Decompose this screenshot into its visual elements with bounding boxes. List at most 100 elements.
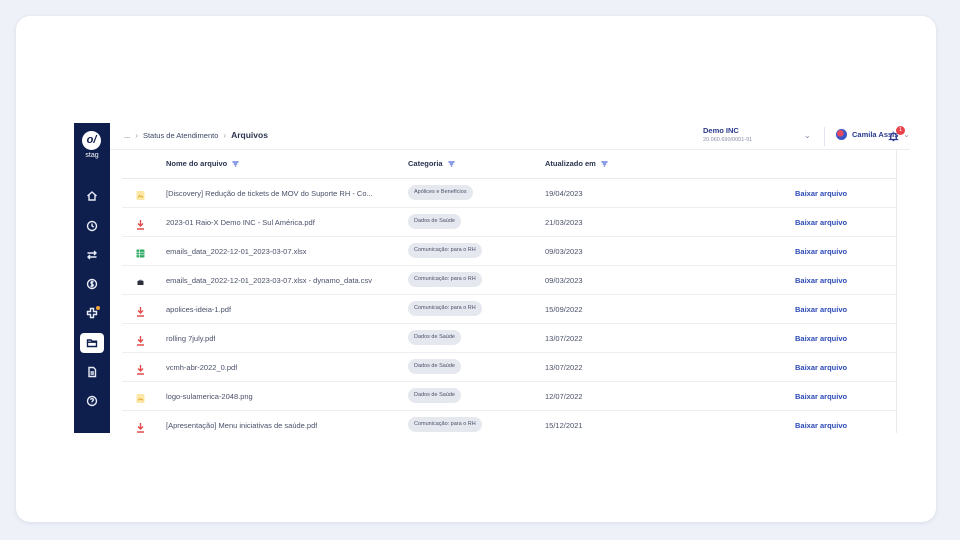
category-tag: Dados de Saúde — [408, 330, 461, 345]
updated-date: 15/12/2021 — [545, 421, 583, 430]
chevron-right-icon: › — [223, 130, 227, 140]
filter-icon[interactable] — [601, 160, 608, 167]
filter-icon[interactable] — [232, 160, 239, 167]
file-name[interactable]: logo-sulamerica-2048.png — [166, 392, 253, 401]
updated-date: 21/03/2023 — [545, 218, 583, 227]
category-tag: Comunicação: para o RH — [408, 272, 482, 287]
sidebar-item-documents[interactable] — [80, 362, 104, 382]
brand-name: stag — [85, 152, 99, 159]
app-window: o/ stag ... › Status de Atendimento › Ar… — [74, 123, 910, 433]
table-row[interactable]: rolling 7july.pdf Dados de Saúde 13/07/202… — [122, 324, 896, 353]
breadcrumb-ellipsis[interactable]: ... — [124, 131, 130, 140]
column-header-updated[interactable]: Atualizado em — [545, 159, 608, 168]
avatar — [836, 129, 847, 140]
sidebar-item-files[interactable] — [80, 333, 104, 353]
category-tag: Dados de Saúde — [408, 388, 461, 403]
top-bar: ... › Status de Atendimento › Arquivos D… — [110, 123, 910, 150]
sidebar: o/ stag — [74, 123, 110, 433]
column-header-label: Atualizado em — [545, 159, 596, 168]
chevron-down-icon[interactable]: ⌄ — [804, 131, 811, 140]
screenshot-frame: o/ stag ... › Status de Atendimento › Ar… — [16, 16, 936, 522]
table-row[interactable]: [Discovery] Redução de tickets de MOV do… — [122, 179, 896, 208]
page-title: Arquivos — [231, 130, 268, 140]
pdf-file-icon — [136, 333, 145, 346]
sidebar-item-status[interactable] — [80, 216, 104, 236]
image-file-icon — [136, 391, 145, 403]
download-file-link[interactable]: Baixar arquivo — [795, 421, 847, 430]
company-name: Demo INC — [703, 126, 739, 135]
column-header-label: Nome do arquivo — [166, 159, 228, 168]
table-row[interactable]: apolices-ideia-1.pdf Comunicação: para o … — [122, 295, 896, 324]
table-row[interactable]: emails_data_2022-12-01_2023-03-07.xlsx Co… — [122, 237, 896, 266]
document-icon — [88, 366, 97, 378]
category-tag: Comunicação: para o RH — [408, 243, 482, 258]
download-file-link[interactable]: Baixar arquivo — [795, 305, 847, 314]
filter-icon[interactable] — [448, 160, 455, 167]
scrollbar[interactable] — [896, 150, 897, 433]
updated-date: 13/07/2022 — [545, 363, 583, 372]
table-row[interactable]: [Apresentação] Menu iniciativas de saúde… — [122, 411, 896, 433]
file-name[interactable]: emails_data_2022-12-01_2023-03-07.xlsx -… — [166, 276, 372, 285]
category-tag: Comunicação: para o RH — [408, 417, 482, 432]
pdf-file-icon — [136, 217, 145, 230]
file-name[interactable]: emails_data_2022-12-01_2023-03-07.xlsx — [166, 247, 307, 256]
table-body: [Discovery] Redução de tickets de MOV do… — [122, 179, 896, 433]
file-name[interactable]: apolices-ideia-1.pdf — [166, 305, 231, 314]
updated-date: 19/04/2023 — [545, 189, 583, 198]
download-file-link[interactable]: Baixar arquivo — [795, 334, 847, 343]
brand-logo[interactable]: o/ — [82, 131, 101, 150]
divider — [824, 127, 825, 146]
file-name[interactable]: vcmh-abr-2022_0.pdf — [166, 363, 237, 372]
updated-date: 09/03/2023 — [545, 276, 583, 285]
pdf-file-icon — [136, 362, 145, 375]
category-tag: Dados de Saúde — [408, 359, 461, 374]
table-row[interactable]: emails_data_2022-12-01_2023-03-07.xlsx -… — [122, 266, 896, 295]
column-header-name[interactable]: Nome do arquivo — [166, 159, 239, 168]
clock-icon — [86, 220, 98, 232]
sidebar-item-transfers[interactable] — [80, 245, 104, 265]
updated-date: 15/09/2022 — [545, 305, 583, 314]
updated-date: 13/07/2022 — [545, 334, 583, 343]
company-cnpj: 20.060.690/0001-91 — [703, 137, 753, 143]
files-table: Nome do arquivo Categoria Atualizado em … — [122, 150, 896, 433]
updated-date: 09/03/2023 — [545, 247, 583, 256]
notification-dot — [96, 306, 100, 310]
download-file-link[interactable]: Baixar arquivo — [795, 276, 847, 285]
column-header-category[interactable]: Categoria — [408, 159, 455, 168]
breadcrumb-parent[interactable]: Status de Atendimento — [143, 131, 218, 140]
sidebar-item-health[interactable] — [80, 303, 104, 323]
updated-date: 12/07/2022 — [545, 392, 583, 401]
breadcrumb: ... › Status de Atendimento › Arquivos — [124, 130, 268, 140]
table-header: Nome do arquivo Categoria Atualizado em — [122, 150, 896, 179]
xlsx-file-icon — [136, 246, 145, 258]
download-file-link[interactable]: Baixar arquivo — [795, 218, 847, 227]
download-file-link[interactable]: Baixar arquivo — [795, 392, 847, 401]
help-icon — [86, 395, 98, 407]
table-row[interactable]: logo-sulamerica-2048.png Dados de Saúde 12… — [122, 382, 896, 411]
csv-file-icon — [136, 275, 145, 286]
pdf-file-icon — [136, 304, 145, 317]
pdf-file-icon — [136, 420, 145, 433]
sidebar-item-finance[interactable] — [80, 274, 104, 294]
table-row[interactable]: 2023-01 Raio-X Demo INC - Sul América.pd… — [122, 208, 896, 237]
sidebar-item-help[interactable] — [80, 391, 104, 411]
dollar-icon — [86, 278, 98, 290]
sidebar-item-home[interactable] — [80, 186, 104, 206]
download-file-link[interactable]: Baixar arquivo — [795, 363, 847, 372]
category-tag: Apólices e Benefícios — [408, 185, 473, 200]
file-name[interactable]: rolling 7july.pdf — [166, 334, 215, 343]
file-name[interactable]: 2023-01 Raio-X Demo INC - Sul América.pd… — [166, 218, 315, 227]
chevron-right-icon: › — [135, 130, 138, 140]
notifications-button[interactable]: 1 — [888, 126, 905, 143]
transfer-icon — [87, 250, 97, 260]
home-icon — [87, 191, 97, 201]
company-selector[interactable]: Demo INC 20.060.690/0001-91 — [703, 126, 752, 143]
category-tag: Dados de Saúde — [408, 214, 461, 229]
column-header-label: Categoria — [408, 159, 443, 168]
download-file-link[interactable]: Baixar arquivo — [795, 189, 847, 198]
download-file-link[interactable]: Baixar arquivo — [795, 247, 847, 256]
file-name[interactable]: [Discovery] Redução de tickets de MOV do… — [166, 189, 373, 198]
table-row[interactable]: vcmh-abr-2022_0.pdf Dados de Saúde 13/07/2… — [122, 353, 896, 382]
file-name[interactable]: [Apresentação] Menu iniciativas de saúde… — [166, 421, 317, 430]
image-file-icon — [136, 188, 145, 200]
